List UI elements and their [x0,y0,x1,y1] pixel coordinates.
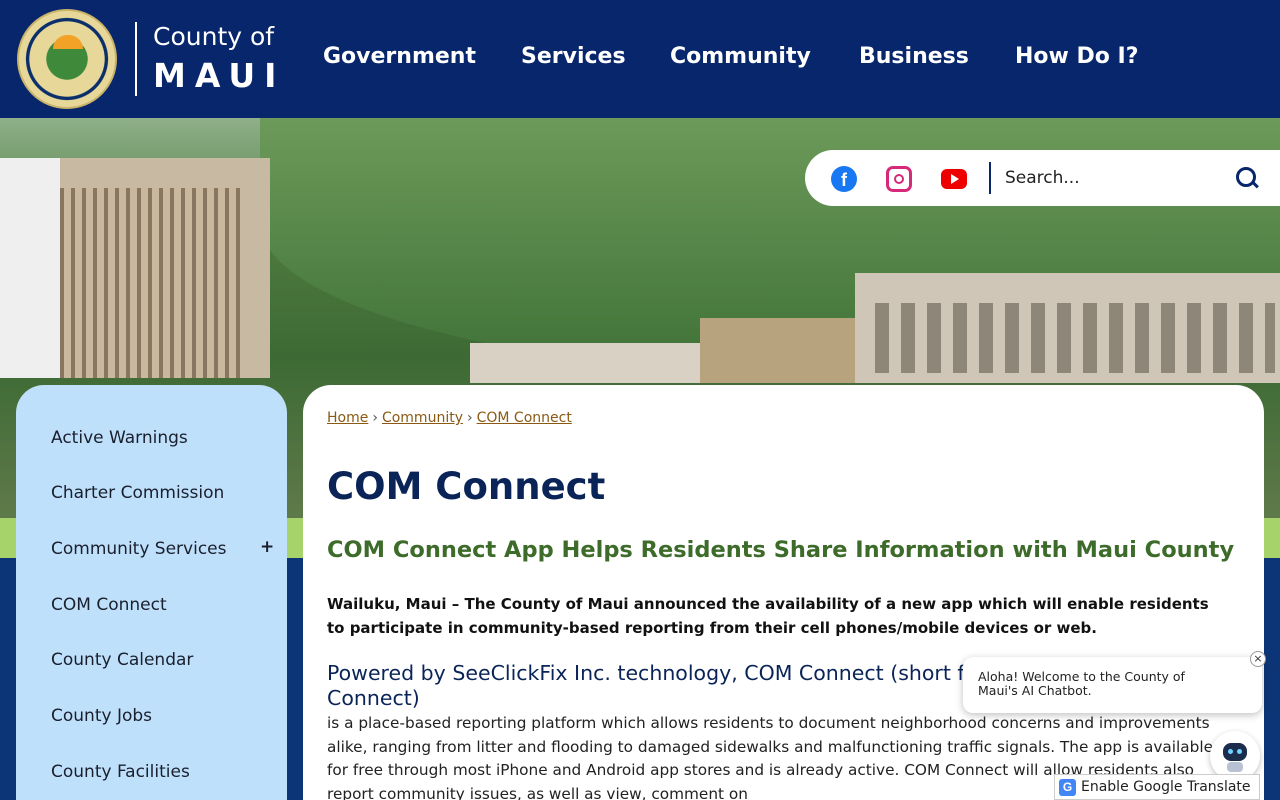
youtube-icon[interactable] [941,169,967,189]
robot-eye [1228,749,1233,754]
hero-building-left-windows [60,188,240,378]
chatbot-message: Aloha! Welcome to the County of Maui's A… [978,669,1185,698]
article-subhead: COM Connect App Helps Residents Share In… [327,537,1235,563]
breadcrumb-separator: › [466,410,473,426]
logo-text-maui[interactable]: MAUI [153,56,285,95]
hero-building-left [0,158,270,378]
sidebar-item-charter-commission[interactable]: Charter Commission [51,483,224,503]
sidebar-item-community-services[interactable]: Community Services [51,539,226,559]
sidebar-item-com-connect[interactable]: COM Connect [51,595,167,615]
hero-building-right [855,273,1280,383]
sidebar-item-active-warnings[interactable]: Active Warnings [51,428,188,448]
chatbot-greeting[interactable]: Aloha! Welcome to the County of Maui's A… [963,651,1266,713]
county-seal-logo[interactable] [17,9,117,109]
facebook-icon[interactable]: f [831,166,857,192]
social-search-bar: f [805,150,1280,206]
hero-building-left-front [0,158,60,378]
expand-plus-icon[interactable]: + [260,537,274,557]
google-translate-label: Enable Google Translate [1081,779,1251,795]
nav-item-services[interactable]: Services [521,44,626,69]
breadcrumb-com-connect[interactable]: COM Connect [477,410,572,426]
google-translate-icon: G [1059,779,1076,796]
nav-item-government[interactable]: Government [323,44,476,69]
logo-divider [135,22,137,96]
page-title: COM Connect [327,465,606,508]
robot-head [1223,743,1247,761]
nav-item-business[interactable]: Business [859,44,969,69]
sidebar-item-county-facilities[interactable]: County Facilities [51,762,190,782]
nav-item-how-do-i[interactable]: How Do I? [1015,44,1139,69]
sidebar-item-county-calendar[interactable]: County Calendar [51,650,193,670]
breadcrumb-separator: › [372,410,378,426]
hero-building-right-windows [875,303,1275,373]
sidebar-nav: Active Warnings Charter Commission Commu… [16,385,287,800]
breadcrumb: Home › Community › COM Connect [327,410,572,426]
hero-building-middle [700,318,860,383]
search-icon[interactable] [1235,166,1261,192]
robot-eye [1237,749,1242,754]
breadcrumb-home[interactable]: Home [327,410,368,426]
close-icon[interactable]: × [1250,651,1266,667]
instagram-icon[interactable] [886,166,912,192]
nav-item-community[interactable]: Community [670,44,811,69]
main-content: Home › Community › COM Connect COM Connect C… [303,385,1264,800]
site-header: County of MAUI Government Services Commu… [0,0,1280,118]
toolbar-divider [989,162,991,194]
sidebar-item-county-jobs[interactable]: County Jobs [51,706,152,726]
article-lede: Wailuku, Maui – The County of Maui annou… [327,595,1209,637]
logo-text-county-of[interactable]: County of [153,22,274,51]
breadcrumb-community[interactable]: Community [382,410,463,426]
search-input[interactable] [1005,163,1225,193]
robot-body [1227,762,1243,772]
hero-building-low [470,343,710,383]
google-translate-button[interactable]: G Enable Google Translate [1054,774,1260,800]
